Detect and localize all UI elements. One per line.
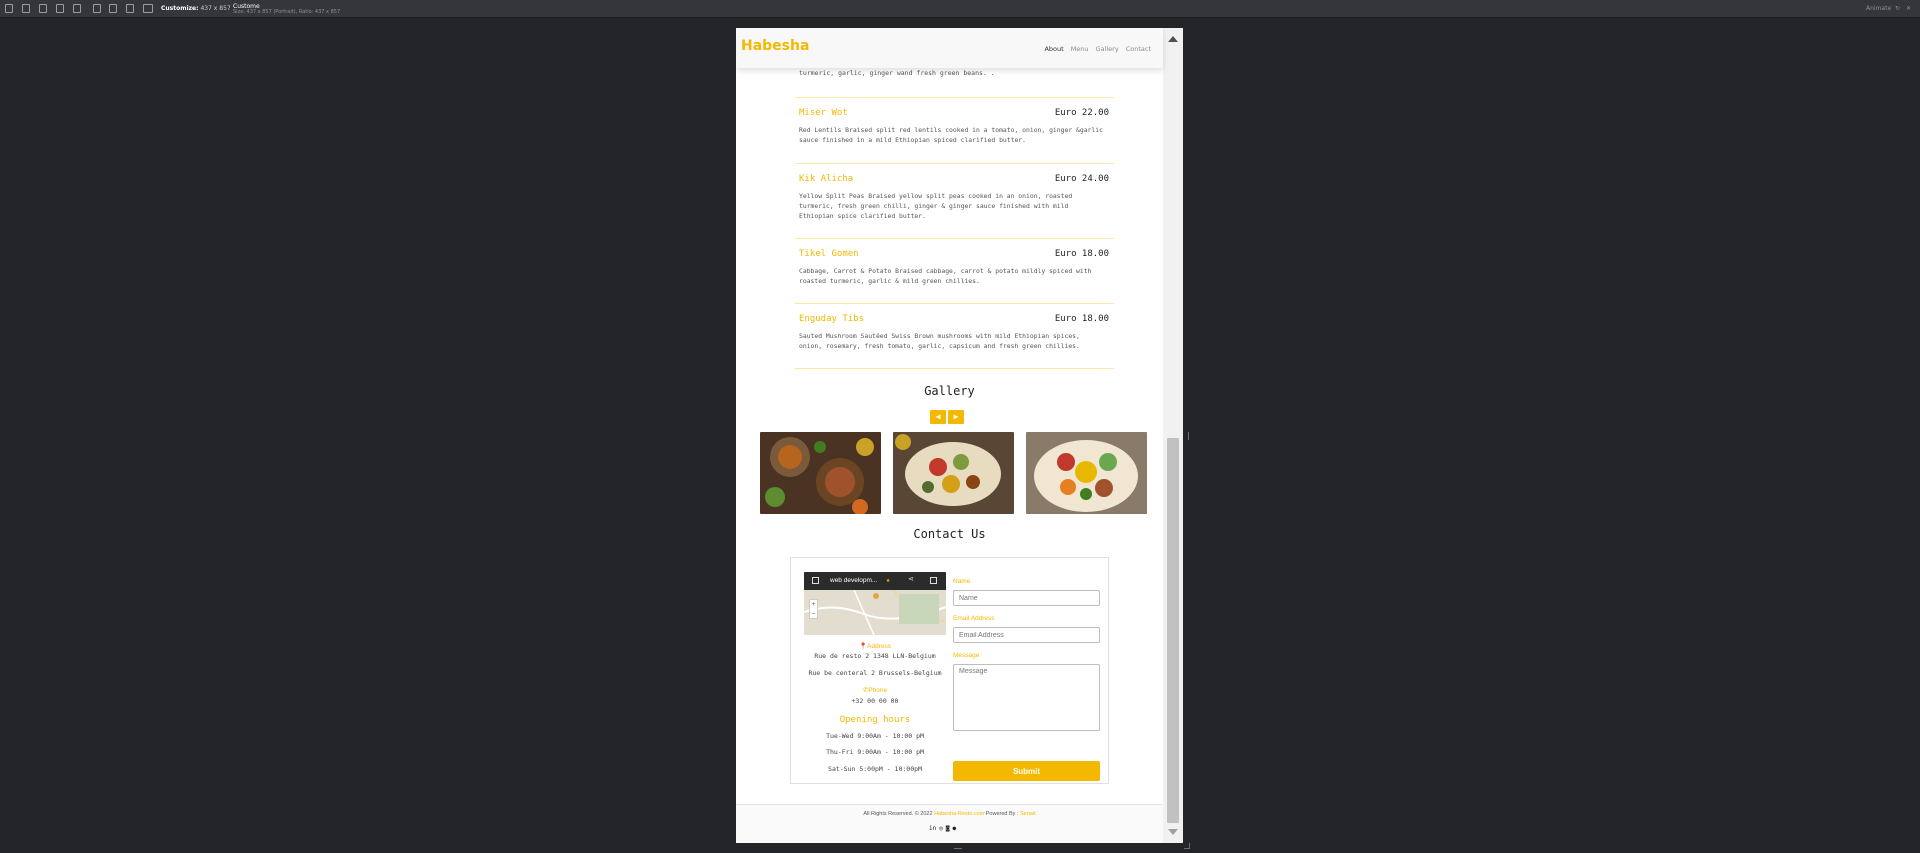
- menu-item-name: Enguday Tibs: [799, 314, 865, 324]
- nav-gallery[interactable]: Gallery: [1096, 45, 1119, 53]
- menu-item-price: Euro 24.00: [1054, 174, 1109, 184]
- gallery-image[interactable]: [760, 432, 881, 514]
- fullscreen-icon[interactable]: [930, 577, 937, 584]
- menu-divider: [794, 368, 1114, 369]
- email-field[interactable]: [953, 627, 1100, 643]
- resize-handle-bottom[interactable]: [954, 848, 962, 849]
- map-title: web developm...: [830, 577, 878, 584]
- contact-card: web developm... ★ ⋖ + − 📍Address Rue de r…: [790, 557, 1109, 784]
- device-icon[interactable]: [39, 4, 47, 13]
- sidebar-toggle-icon[interactable]: [812, 577, 819, 584]
- name-field[interactable]: [953, 590, 1100, 606]
- address-line: Rue be centeral 2 Brussels-Belgium: [808, 669, 942, 677]
- device-icon[interactable]: [73, 4, 81, 13]
- arrow-left-icon: ◀: [935, 412, 941, 421]
- device-icon[interactable]: [22, 4, 30, 13]
- map-header: web developm... ★ ⋖: [804, 572, 946, 590]
- site-footer: All Rights Reserved. © 2022 Habesha-Rest…: [736, 804, 1163, 843]
- address-line: Rue de resto 2 1348 LLN-Belgium: [814, 652, 936, 660]
- scroll-up-icon[interactable]: [1168, 36, 1178, 42]
- menu-item: Kik Alicha Euro 24.00 Yellow Split Peas …: [794, 163, 1114, 238]
- gallery-prev-button[interactable]: ◀: [930, 410, 946, 424]
- menu-item: Tikel Gomen Euro 18.00 Cabbage, Carrot &…: [794, 238, 1114, 303]
- scroll-down-icon[interactable]: [1168, 829, 1178, 835]
- rotate-icon[interactable]: ↻: [1895, 5, 1900, 12]
- menu-item-description: Red Lentils Braised split red lentils co…: [799, 126, 1103, 144]
- github-icon[interactable]: ◎: [939, 825, 943, 832]
- scrollbar-thumb[interactable]: [1167, 438, 1179, 823]
- gallery-image[interactable]: [893, 432, 1014, 514]
- submit-button[interactable]: Submit: [953, 761, 1100, 781]
- animate-label[interactable]: Animate: [1866, 5, 1891, 12]
- phone-icon[interactable]: [93, 4, 101, 13]
- message-label: Message: [953, 652, 980, 659]
- opening-hours-row: Sat-Sun 5:00pM - 10:00pM: [828, 765, 922, 773]
- email-label: Email Address: [953, 615, 995, 622]
- main-nav: About Menu Gallery Contact: [1044, 45, 1151, 53]
- arrow-right-icon: ▶: [953, 412, 959, 421]
- menu-item-name: Tikel Gomen: [799, 249, 859, 259]
- phone-label: ✆Phone: [862, 687, 888, 694]
- device-subtitle: Size: 437 x 857 (Portrait), Ratio: 437 x…: [233, 9, 341, 15]
- device-label[interactable]: Customize: 437 x 857: [161, 5, 231, 12]
- menu-item: Enguday Tibs Euro 18.00 Sauted Mushroom …: [794, 303, 1114, 368]
- gallery-title: Gallery: [924, 384, 975, 398]
- menu-item: Miser Wot Euro 22.00 Red Lentils Braised…: [794, 97, 1114, 163]
- tablet-icon[interactable]: [109, 4, 117, 13]
- name-label: Name: [953, 578, 971, 585]
- phone-number: +32 00 00 00: [851, 697, 899, 705]
- address-label: 📍Address: [859, 643, 891, 650]
- embedded-map[interactable]: web developm... ★ ⋖ + −: [804, 572, 946, 635]
- menu-item-name: Miser Wot: [799, 108, 848, 118]
- footer-site-link[interactable]: Habesha-Resto.com: [934, 811, 984, 817]
- close-icon[interactable]: ✕: [1906, 5, 1911, 12]
- opening-hours-row: Thu-Fri 9:00Am - 10:00 pM: [826, 748, 924, 756]
- gallery-image[interactable]: [1026, 432, 1147, 514]
- contact-title: Contact Us: [913, 527, 986, 541]
- menu-item-price: Euro 22.00: [1054, 108, 1109, 118]
- menu-item-description: Sauted Mushroom Sautéed Swiss Brown mush…: [799, 332, 1080, 350]
- gallery-next-button[interactable]: ▶: [948, 410, 964, 424]
- site-header: Habesha About Menu Gallery Contact: [736, 28, 1163, 68]
- map-zoom-control[interactable]: + −: [809, 599, 818, 619]
- menu-item-description: Yellow Split Peas Braised yellow split p…: [799, 192, 1073, 220]
- share-icon[interactable]: ⋖: [908, 575, 915, 583]
- nav-about[interactable]: About: [1044, 45, 1063, 53]
- fullscreen-icon[interactable]: [5, 4, 13, 13]
- instagram-icon[interactable]: ◙: [946, 825, 950, 832]
- menu-item-description: Cabbage, Carrot & Potato Braised cabbage…: [799, 267, 1092, 285]
- footer-author-link[interactable]: Senait: [1020, 811, 1036, 817]
- menu-item-price: Euro 18.00: [1054, 249, 1109, 259]
- site-logo[interactable]: Habesha: [741, 38, 809, 54]
- menu-item-description: turmeric, garlic, ginger wand fresh gree…: [799, 69, 995, 77]
- page-scrollbar[interactable]: [1163, 28, 1183, 843]
- resize-handle-corner[interactable]: [1184, 843, 1190, 849]
- opening-hours-row: Tue-Wed 9:00Am - 10:00 pM: [826, 732, 924, 740]
- footer-copyright: All Rights Reserved. © 2022 Habesha-Rest…: [863, 811, 1036, 817]
- desktop-icon[interactable]: [143, 4, 153, 13]
- devtools-toolbar: Customize: 437 x 857 Custome Size: 437 x…: [0, 0, 1920, 18]
- resize-handle-right[interactable]: [1188, 432, 1189, 440]
- opening-hours-title: Opening hours: [839, 715, 911, 725]
- device-icon[interactable]: [56, 4, 64, 13]
- lock-icon[interactable]: ●: [952, 825, 956, 832]
- linkedin-icon[interactable]: in: [929, 825, 936, 832]
- nav-menu[interactable]: Menu: [1071, 45, 1089, 53]
- social-links: in ◎ ◙ ●: [929, 825, 956, 832]
- menu-item-name: Kik Alicha: [799, 174, 854, 184]
- message-field[interactable]: [953, 664, 1100, 731]
- star-icon[interactable]: ★: [886, 576, 890, 584]
- nav-contact[interactable]: Contact: [1126, 45, 1151, 53]
- site-viewport: turmeric, garlic, ginger wand fresh gree…: [736, 28, 1183, 843]
- tablet-icon[interactable]: [126, 4, 134, 13]
- menu-item-price: Euro 18.00: [1054, 314, 1109, 324]
- map-pin-icon: 📍: [859, 643, 868, 650]
